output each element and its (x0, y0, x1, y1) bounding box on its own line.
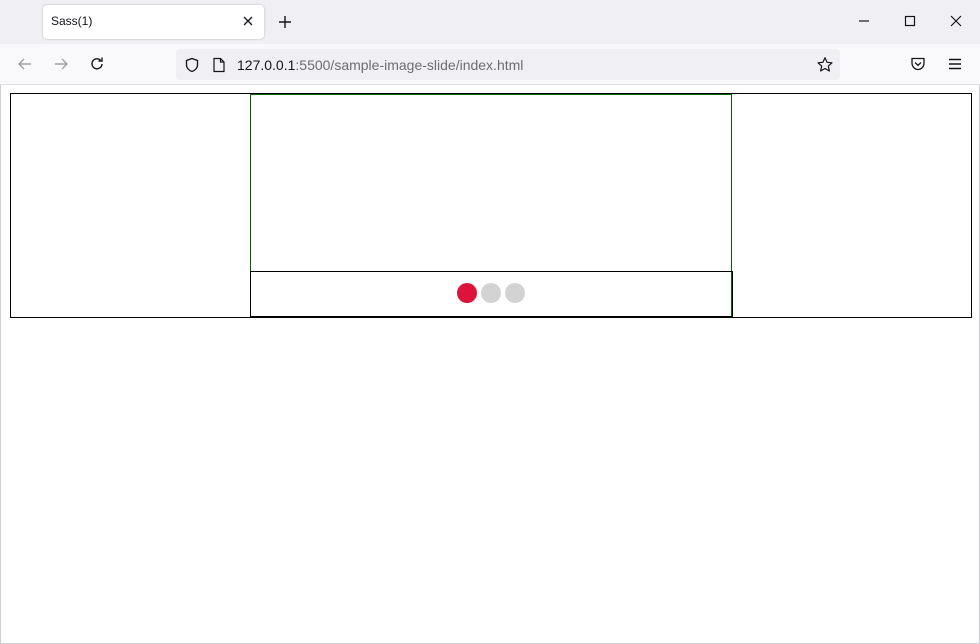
slide-indicator-dot-1[interactable] (457, 283, 477, 303)
url-path: :5500/sample-image-slide/index.html (295, 57, 524, 73)
minimize-icon[interactable] (857, 14, 871, 28)
window-close-icon[interactable] (949, 14, 963, 28)
tab-title: Sass(1) (51, 14, 93, 28)
reload-icon[interactable] (88, 55, 106, 73)
url-host: 127.0.0.1 (237, 57, 296, 73)
page-viewport (0, 85, 980, 644)
maximize-icon[interactable] (903, 14, 917, 28)
shield-icon[interactable] (184, 57, 200, 73)
slide-indicator-dot-3[interactable] (505, 283, 525, 303)
back-arrow-icon[interactable] (16, 55, 34, 73)
page-info-icon[interactable] (212, 57, 226, 73)
menu-icon[interactable] (946, 55, 964, 73)
slide-indicator-dot-2[interactable] (481, 283, 501, 303)
navigation-toolbar: 127.0.0.1:5500/sample-image-slide/index.… (0, 44, 980, 85)
tab-strip: Sass(1) (0, 0, 980, 44)
forward-arrow-icon[interactable] (52, 55, 70, 73)
new-tab-icon[interactable] (277, 14, 293, 30)
url-text[interactable]: 127.0.0.1:5500/sample-image-slide/index.… (237, 57, 523, 73)
close-tab-icon[interactable] (241, 14, 255, 28)
pocket-icon[interactable] (909, 55, 927, 73)
browser-tab[interactable]: Sass(1) (43, 5, 264, 39)
address-bar[interactable]: 127.0.0.1:5500/sample-image-slide/index.… (176, 49, 840, 80)
bookmark-star-icon[interactable] (816, 56, 834, 74)
slide-indicator-bar (250, 271, 733, 317)
